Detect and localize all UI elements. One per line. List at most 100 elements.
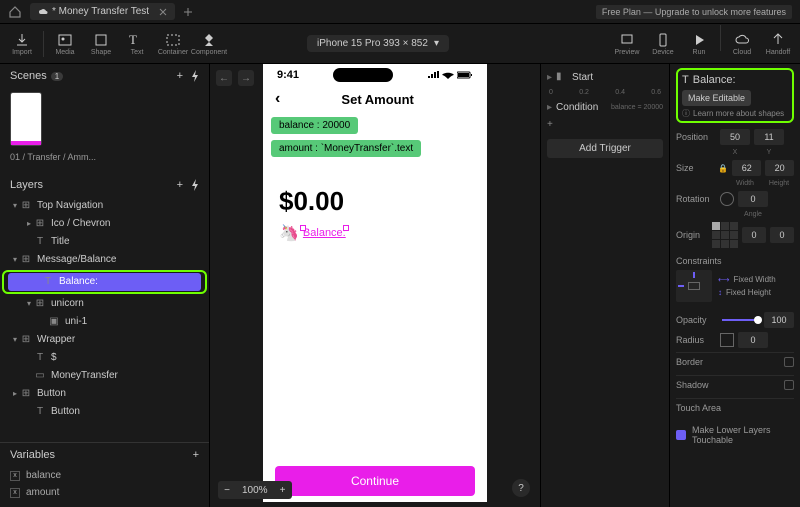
add-layer-icon[interactable]: + bbox=[177, 179, 183, 191]
document-tab[interactable]: * Money Transfer Test bbox=[30, 3, 175, 20]
rect-icon: ▭ bbox=[34, 370, 46, 382]
scene-label: 01 / Transfer / Amm... bbox=[10, 152, 199, 163]
text-icon: T bbox=[34, 236, 46, 248]
canvas-back-icon[interactable]: ← bbox=[216, 70, 232, 86]
container-tool[interactable]: Container bbox=[155, 25, 191, 63]
text-tool[interactable]: TText bbox=[119, 25, 155, 63]
cloud-icon bbox=[38, 8, 46, 16]
lock-icon[interactable]: 🔒 bbox=[718, 164, 728, 173]
preview-tool[interactable]: Preview bbox=[609, 25, 645, 63]
flash-icon[interactable] bbox=[191, 179, 199, 191]
border-checkbox[interactable] bbox=[784, 357, 794, 367]
layer-row[interactable]: TButton bbox=[0, 403, 209, 421]
inspector-highlight: TBalance: Make Editable ⓘLearn more abou… bbox=[676, 68, 794, 123]
scenes-header: Scenes 1 + bbox=[0, 64, 209, 88]
free-plan-banner[interactable]: Free Plan — Upgrade to unlock more featu… bbox=[596, 5, 792, 19]
inspector-title: Balance: bbox=[693, 74, 736, 86]
variable-row[interactable]: xamount bbox=[0, 484, 209, 501]
amount-display: $0.00 bbox=[279, 186, 471, 217]
add-scene-icon[interactable]: + bbox=[177, 70, 183, 82]
layer-row[interactable]: ▾⊞Wrapper bbox=[0, 331, 209, 349]
opacity-slider[interactable] bbox=[722, 319, 758, 321]
make-editable-button[interactable]: Make Editable bbox=[682, 90, 751, 106]
layer-row[interactable]: ▣uni-1 bbox=[0, 313, 209, 331]
image-icon: ▣ bbox=[48, 316, 60, 328]
add-trigger-button[interactable]: Add Trigger bbox=[547, 139, 663, 158]
radius-input[interactable]: 0 bbox=[738, 332, 768, 348]
expand-icon: ▸ bbox=[547, 102, 552, 113]
layer-row[interactable]: ▾⊞Message/Balance bbox=[0, 251, 209, 269]
flash-icon[interactable] bbox=[191, 70, 199, 82]
variables-section: Variables + xbalancexamount bbox=[0, 442, 209, 507]
width-input[interactable]: 62 bbox=[732, 160, 761, 176]
info-icon: ⓘ bbox=[682, 108, 690, 119]
layer-row[interactable]: T$ bbox=[0, 349, 209, 367]
add-action-row[interactable]: + bbox=[547, 116, 663, 133]
debug-balance: balance : 20000 bbox=[271, 117, 358, 134]
media-tool[interactable]: Media bbox=[47, 25, 83, 63]
shape-tool[interactable]: Shape bbox=[83, 25, 119, 63]
learn-link[interactable]: ⓘLearn more about shapes bbox=[682, 108, 788, 119]
device-selector[interactable]: iPhone 15 Pro 393 × 852 ▾ bbox=[307, 35, 449, 52]
shadow-checkbox[interactable] bbox=[784, 380, 794, 390]
run-tool[interactable]: Run bbox=[681, 25, 717, 63]
pos-y-input[interactable]: 11 bbox=[754, 129, 784, 145]
layer-row[interactable]: TTitle bbox=[0, 233, 209, 251]
layer-row[interactable]: ▾⊞Top Navigation bbox=[0, 197, 209, 215]
frame-icon: ⊞ bbox=[34, 218, 46, 230]
layer-row[interactable]: ▭MoneyTransfer bbox=[0, 367, 209, 385]
opacity-input[interactable]: 100 bbox=[764, 312, 794, 328]
toolbar: Import Media Shape TText Container Compo… bbox=[0, 24, 800, 64]
device-preview-tool[interactable]: Device bbox=[645, 25, 681, 63]
constraints-diagram[interactable] bbox=[676, 270, 712, 302]
text-icon: T bbox=[34, 406, 46, 418]
origin-x-input[interactable]: 0 bbox=[742, 227, 766, 243]
new-tab-button[interactable] bbox=[181, 5, 195, 19]
canvas[interactable]: ← → 9:41 ‹ Set Amount balance : 20000 am… bbox=[210, 64, 540, 507]
origin-y-input[interactable]: 0 bbox=[770, 227, 794, 243]
debug-amount: amount : `MoneyTransfer`.text bbox=[271, 140, 421, 157]
expand-icon: ▸ bbox=[547, 72, 552, 83]
component-tool[interactable]: Component bbox=[191, 25, 227, 63]
condition-row[interactable]: ▸Conditionbalance = 20000 bbox=[547, 99, 663, 116]
start-row[interactable]: ▸▮Start bbox=[547, 68, 663, 86]
var-type-icon: x bbox=[10, 471, 20, 481]
help-button[interactable]: ? bbox=[512, 479, 530, 497]
fixed-width-toggle[interactable]: ⟷Fixed Width bbox=[718, 275, 776, 284]
cloud-tool[interactable]: Cloud bbox=[724, 25, 760, 63]
lower-touch-checkbox[interactable] bbox=[676, 430, 686, 440]
balance-text-selected[interactable]: Balance: bbox=[303, 227, 346, 239]
zoom-in-icon[interactable]: + bbox=[274, 481, 292, 499]
text-icon: T bbox=[34, 352, 46, 364]
zoom-control[interactable]: − 100% + bbox=[218, 481, 292, 499]
frame-icon: ⊞ bbox=[20, 254, 32, 266]
continue-button[interactable]: Continue bbox=[275, 466, 475, 496]
scene-thumbnail[interactable] bbox=[10, 92, 42, 146]
home-icon[interactable] bbox=[8, 5, 22, 19]
frame-icon: ⊞ bbox=[20, 334, 32, 346]
rotate-icon[interactable] bbox=[720, 192, 734, 206]
notch bbox=[333, 68, 393, 82]
handoff-tool[interactable]: Handoff bbox=[760, 25, 796, 63]
fixed-height-toggle[interactable]: ↕Fixed Height bbox=[718, 288, 776, 297]
pos-x-input[interactable]: 50 bbox=[720, 129, 750, 145]
variable-row[interactable]: xbalance bbox=[0, 467, 209, 484]
screen-title: Set Amount bbox=[280, 92, 475, 107]
origin-grid[interactable] bbox=[712, 222, 738, 248]
import-tool[interactable]: Import bbox=[4, 25, 40, 63]
close-icon[interactable] bbox=[159, 8, 167, 16]
rotation-input[interactable]: 0 bbox=[738, 191, 768, 207]
height-input[interactable]: 20 bbox=[765, 160, 794, 176]
add-variable-icon[interactable]: + bbox=[193, 449, 199, 461]
status-icons bbox=[427, 71, 473, 79]
left-panel: Scenes 1 + 01 / Transfer / Amm... Layers… bbox=[0, 64, 210, 507]
radius-mode-icon[interactable] bbox=[720, 333, 734, 347]
phone-preview: 9:41 ‹ Set Amount balance : 20000 amount… bbox=[263, 64, 487, 502]
layer-row[interactable]: ▸⊞Button bbox=[0, 385, 209, 403]
layer-tree: ▾⊞Top Navigation▸⊞Ico / ChevronTTitle▾⊞M… bbox=[0, 197, 209, 442]
layer-row[interactable]: ▸⊞Ico / Chevron bbox=[0, 215, 209, 233]
zoom-out-icon[interactable]: − bbox=[218, 481, 236, 499]
layer-row[interactable]: ▾⊞unicorn bbox=[0, 295, 209, 313]
layer-row[interactable]: TBalance: bbox=[8, 273, 201, 291]
canvas-forward-icon[interactable]: → bbox=[238, 70, 254, 86]
